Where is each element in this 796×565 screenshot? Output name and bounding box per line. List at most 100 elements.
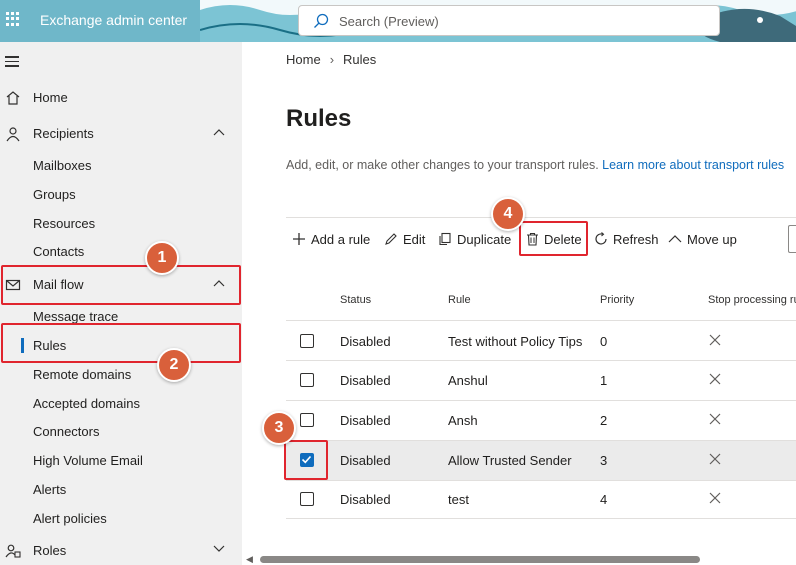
status-cell: Disabled xyxy=(340,492,391,507)
close-icon xyxy=(709,413,721,425)
sidebar-item-label: Contacts xyxy=(33,244,85,259)
sidebar-item-accepted-domains[interactable]: Accepted domains xyxy=(0,389,242,417)
horizontal-scrollbar[interactable]: ◀ xyxy=(242,553,796,565)
sidebar-item-high-volume-email[interactable]: High Volume Email xyxy=(0,446,242,474)
sidebar-item-mailboxes[interactable]: Mailboxes xyxy=(0,151,242,179)
priority-cell: 4 xyxy=(600,492,608,507)
priority-cell: 2 xyxy=(600,413,608,428)
rule-name-cell[interactable]: Ansh xyxy=(448,413,478,428)
sidebar-item-label: Recipients xyxy=(33,125,94,141)
sidebar-item-label: Alerts xyxy=(33,482,67,497)
sidebar-item-label: Groups xyxy=(33,187,76,202)
duplicate-button[interactable]: Duplicate xyxy=(438,228,511,250)
app-title[interactable]: Exchange admin center xyxy=(40,12,187,28)
highlight-checkbox xyxy=(284,440,328,480)
overflow-button[interactable] xyxy=(788,225,796,253)
sidebar-item-groups[interactable]: Groups xyxy=(0,180,242,208)
hamburger-menu-icon[interactable] xyxy=(5,56,19,70)
sidebar-item-label: High Volume Email xyxy=(33,453,143,468)
rule-name-cell[interactable]: Allow Trusted Sender xyxy=(448,453,572,468)
chevron-right-icon: › xyxy=(329,52,335,67)
chevron-up-icon[interactable] xyxy=(213,128,225,136)
sidebar-item-label: Alert policies xyxy=(33,511,107,526)
step-badge-2: 2 xyxy=(157,348,191,382)
close-icon xyxy=(709,492,721,504)
divider xyxy=(286,217,796,218)
highlight-delete xyxy=(519,221,588,256)
scrollbar-thumb[interactable] xyxy=(260,556,700,563)
sidebar-item-label: Roles xyxy=(33,542,67,558)
priority-cell: 0 xyxy=(600,334,608,349)
sidebar-item-home[interactable]: Home xyxy=(0,82,242,112)
top-header: Exchange admin center Search (Preview) xyxy=(0,0,796,42)
status-cell: Disabled xyxy=(340,453,391,468)
sidebar-item-resources[interactable]: Resources xyxy=(0,209,242,237)
row-checkbox[interactable] xyxy=(300,373,314,387)
copy-icon xyxy=(439,232,451,246)
add-rule-button[interactable]: Add a rule xyxy=(292,228,370,250)
search-input[interactable]: Search (Preview) xyxy=(298,5,720,36)
plus-icon xyxy=(293,233,305,245)
breadcrumb: Home › Rules xyxy=(286,52,376,67)
chevron-down-icon[interactable] xyxy=(213,545,225,553)
table-row-selected[interactable]: Disabled Allow Trusted Sender 3 xyxy=(286,441,796,481)
table-row[interactable]: Disabled test 4 xyxy=(286,481,796,519)
chevron-up-icon xyxy=(668,235,682,243)
home-icon xyxy=(6,91,20,105)
breadcrumb-current: Rules xyxy=(343,52,377,67)
sidebar-item-connectors[interactable]: Connectors xyxy=(0,417,242,445)
pencil-icon xyxy=(385,233,397,245)
sidebar-item-alerts[interactable]: Alerts xyxy=(0,475,242,503)
search-icon xyxy=(314,13,329,28)
sidebar-item-recipients[interactable]: Recipients xyxy=(0,118,242,148)
row-checkbox[interactable] xyxy=(300,334,314,348)
description-text: Add, edit, or make other changes to your… xyxy=(286,158,603,172)
sidebar-item-label: Accepted domains xyxy=(33,396,140,411)
person-icon xyxy=(6,127,20,142)
column-header-rule[interactable]: Rule xyxy=(448,294,471,306)
learn-more-link[interactable]: Learn more about transport rules xyxy=(602,158,784,172)
refresh-icon xyxy=(595,232,607,245)
edit-label: Edit xyxy=(403,231,426,247)
sidebar-item-label: Resources xyxy=(33,216,96,231)
move-up-button[interactable]: Move up xyxy=(668,228,737,250)
sidebar-item-label: Mailboxes xyxy=(33,158,92,173)
refresh-label: Refresh xyxy=(613,231,659,247)
sidebar-item-label: Home xyxy=(33,89,68,105)
status-cell: Disabled xyxy=(340,334,391,349)
close-icon xyxy=(709,373,721,385)
status-cell: Disabled xyxy=(340,373,391,388)
edit-button[interactable]: Edit xyxy=(384,228,425,250)
status-cell: Disabled xyxy=(340,413,391,428)
scroll-left-icon[interactable]: ◀ xyxy=(246,554,253,565)
sidebar-item-remote-domains[interactable]: Remote domains xyxy=(0,360,242,388)
priority-cell: 1 xyxy=(600,373,608,388)
column-header-status[interactable]: Status xyxy=(340,294,371,306)
app-launcher-icon[interactable] xyxy=(6,12,20,26)
page-description: Add, edit, or make other changes to your… xyxy=(286,158,784,172)
step-badge-1: 1 xyxy=(145,241,179,275)
rule-name-cell[interactable]: Anshul xyxy=(448,373,488,388)
close-icon xyxy=(709,334,721,346)
sidebar-item-alert-policies[interactable]: Alert policies xyxy=(0,504,242,532)
step-badge-4: 4 xyxy=(491,197,525,231)
table-row[interactable]: Disabled Ansh 2 xyxy=(286,401,796,441)
row-checkbox[interactable] xyxy=(300,413,314,427)
refresh-button[interactable]: Refresh xyxy=(594,228,659,250)
roles-icon xyxy=(5,544,21,558)
table-row[interactable]: Disabled Test without Policy Tips 0 xyxy=(286,320,796,361)
sidebar-item-roles[interactable]: Roles xyxy=(0,535,242,565)
search-placeholder: Search (Preview) xyxy=(339,14,439,29)
column-header-stop-processing[interactable]: Stop processing ru xyxy=(708,294,796,306)
breadcrumb-home[interactable]: Home xyxy=(286,52,321,67)
column-header-priority[interactable]: Priority xyxy=(600,294,634,306)
table-row[interactable]: Disabled Anshul 1 xyxy=(286,361,796,401)
rule-name-cell[interactable]: Test without Policy Tips xyxy=(448,334,582,349)
sidebar-item-label: Message trace xyxy=(33,309,119,324)
row-checkbox[interactable] xyxy=(300,492,314,506)
sidebar-item-contacts[interactable]: Contacts xyxy=(0,237,242,265)
add-rule-label: Add a rule xyxy=(311,231,371,247)
highlight-rules xyxy=(1,323,241,363)
duplicate-label: Duplicate xyxy=(457,231,512,247)
rule-name-cell[interactable]: test xyxy=(448,492,469,507)
